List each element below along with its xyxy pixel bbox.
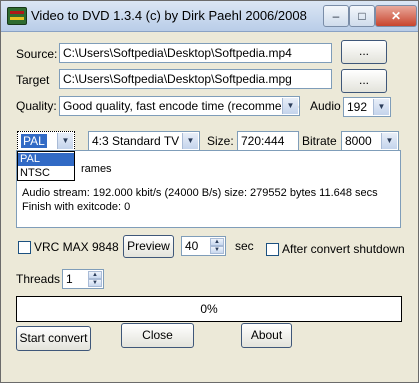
quality-select[interactable]: Good quality, fast encode time (recommen… bbox=[59, 96, 300, 116]
audio-label: Audio bbox=[310, 99, 341, 113]
target-label: Target bbox=[16, 73, 50, 87]
log-line: Finish with exitcode: 0 bbox=[22, 201, 131, 213]
vrc-max-label: VRC MAX 9848 bbox=[34, 240, 119, 254]
app-icon bbox=[7, 7, 27, 25]
spin-up-icon[interactable]: ▲ bbox=[210, 238, 224, 246]
about-button[interactable]: About bbox=[241, 323, 292, 348]
log-line: rames bbox=[81, 163, 112, 175]
chevron-down-icon: ▼ bbox=[282, 98, 298, 114]
target-browse-button[interactable]: ... bbox=[341, 69, 387, 93]
tv-standard-dropdown-list: PAL NTSC bbox=[17, 151, 75, 181]
progress-text: 0% bbox=[200, 302, 218, 316]
aspect-selected-value: 4:3 Standard TV bbox=[92, 134, 180, 148]
threads-stepper[interactable]: 1 ▲ ▼ bbox=[62, 269, 104, 289]
preview-seconds-value: 40 bbox=[185, 239, 199, 253]
minimize-button[interactable]: – bbox=[323, 5, 349, 27]
spin-up-icon[interactable]: ▲ bbox=[88, 271, 102, 279]
app-window: Video to DVD 1.3.4 (c) by Dirk Paehl 200… bbox=[0, 0, 419, 383]
option-ntsc[interactable]: NTSC bbox=[18, 167, 74, 180]
target-path-input[interactable]: C:\Users\Softpedia\Desktop\Softpedia.mpg bbox=[59, 69, 332, 89]
bitrate-label: Bitrate bbox=[302, 134, 337, 148]
window-title: Video to DVD 1.3.4 (c) by Dirk Paehl 200… bbox=[31, 8, 307, 23]
aspect-ratio-select[interactable]: 4:3 Standard TV ▼ bbox=[88, 131, 200, 151]
preview-seconds-stepper[interactable]: 40 ▲ ▼ bbox=[181, 236, 226, 256]
option-pal[interactable]: PAL bbox=[18, 153, 74, 166]
tv-standard-select[interactable]: PAL ▼ bbox=[17, 131, 75, 151]
close-window-button[interactable]: ✕ bbox=[375, 5, 417, 27]
source-path-input[interactable]: C:\Users\Softpedia\Desktop\Softpedia.mp4 bbox=[59, 43, 332, 63]
sec-label: sec bbox=[235, 239, 254, 253]
source-label: Source: bbox=[16, 47, 58, 61]
shutdown-checkbox[interactable] bbox=[266, 243, 279, 256]
maximize-button[interactable]: □ bbox=[349, 5, 375, 27]
size-label: Size: bbox=[207, 134, 234, 148]
audio-selected-value: 192 bbox=[347, 100, 368, 114]
close-button[interactable]: Close bbox=[121, 323, 194, 348]
title-bar: Video to DVD 1.3.4 (c) by Dirk Paehl 200… bbox=[1, 1, 418, 32]
quality-label: Quality: bbox=[16, 99, 57, 113]
size-input[interactable]: 720:444 bbox=[237, 131, 299, 151]
chevron-down-icon: ▼ bbox=[57, 133, 73, 149]
progress-bar: 0% bbox=[16, 296, 402, 322]
start-convert-button[interactable]: Start convert bbox=[16, 326, 91, 351]
tv-standard-selected-value: PAL bbox=[21, 134, 47, 148]
spin-down-icon[interactable]: ▼ bbox=[210, 246, 224, 254]
log-line: Audio stream: 192.000 kbit/s (24000 B/s)… bbox=[22, 187, 378, 199]
chevron-down-icon: ▼ bbox=[182, 133, 198, 149]
quality-selected-value: Good quality, fast encode time (recommen… bbox=[63, 99, 299, 113]
bitrate-selected-value: 8000 bbox=[345, 134, 372, 148]
video-bitrate-select[interactable]: 8000 ▼ bbox=[341, 131, 399, 151]
chevron-down-icon: ▼ bbox=[381, 133, 397, 149]
chevron-down-icon: ▼ bbox=[373, 99, 389, 115]
shutdown-label: After convert shutdown bbox=[282, 242, 405, 256]
threads-value: 1 bbox=[66, 272, 73, 286]
spin-down-icon[interactable]: ▼ bbox=[88, 279, 102, 287]
vrc-max-checkbox[interactable] bbox=[18, 241, 31, 254]
threads-label: Threads bbox=[16, 272, 61, 286]
preview-button[interactable]: Preview bbox=[123, 235, 174, 258]
audio-bitrate-select[interactable]: 192 ▼ bbox=[343, 97, 391, 117]
source-browse-button[interactable]: ... bbox=[341, 40, 387, 64]
